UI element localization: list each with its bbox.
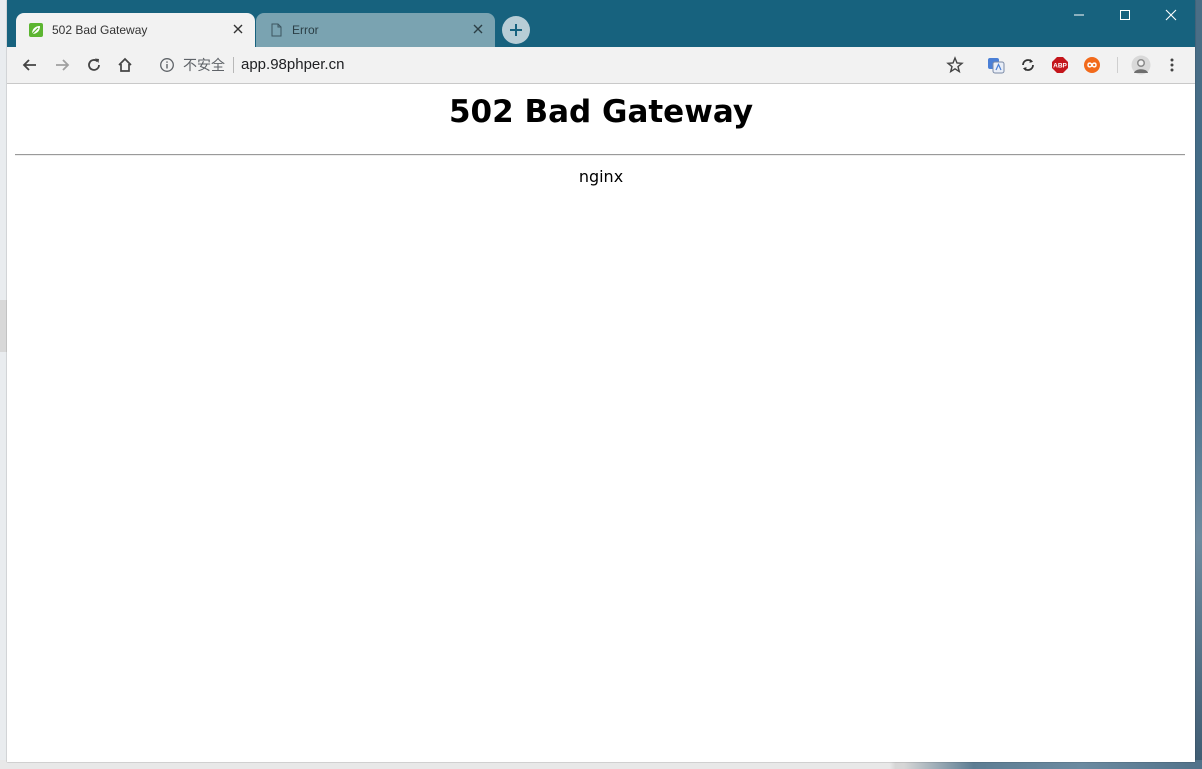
plus-icon <box>510 24 522 36</box>
title-bar: 502 Bad Gateway Error <box>7 0 1195 47</box>
forward-button[interactable] <box>50 53 74 77</box>
toolbar-divider <box>1117 57 1118 73</box>
divider <box>15 154 1185 156</box>
maximize-icon <box>1120 10 1130 20</box>
close-window-button[interactable] <box>1148 0 1194 30</box>
browser-toolbar: 不安全 app.98phper.cn ABP <box>7 47 1195 84</box>
page-content: 502 Bad Gateway nginx <box>7 84 1195 762</box>
adblock-extension[interactable]: ABP <box>1051 56 1069 74</box>
more-vertical-icon <box>1170 58 1174 72</box>
address-separator <box>233 57 234 73</box>
address-bar[interactable]: app.98phper.cn <box>241 56 344 73</box>
star-icon <box>946 56 964 74</box>
tab-title: 502 Bad Gateway <box>52 23 148 37</box>
close-tab-icon[interactable] <box>470 21 486 37</box>
close-icon <box>1165 9 1177 21</box>
translate-icon <box>988 58 1005 74</box>
home-button[interactable] <box>113 53 137 77</box>
server-name: nginx <box>578 167 624 186</box>
back-button[interactable] <box>18 53 42 77</box>
sync-icon <box>1022 59 1034 71</box>
info-icon <box>160 58 174 72</box>
home-icon <box>118 57 132 72</box>
infinity-extension[interactable] <box>1083 56 1101 74</box>
avatar-icon <box>1131 55 1151 75</box>
close-tab-icon[interactable] <box>230 21 246 37</box>
minimize-icon <box>1074 14 1084 16</box>
reload-button[interactable] <box>82 53 106 77</box>
browser-window: 502 Bad Gateway Error 不安全 app.98phper.cn… <box>7 0 1195 762</box>
minimize-button[interactable] <box>1056 0 1102 30</box>
desktop-background <box>1195 0 1202 769</box>
arrow-right-icon <box>56 59 70 71</box>
tab-502-bad-gateway[interactable]: 502 Bad Gateway <box>16 13 255 47</box>
tab-error[interactable]: Error <box>256 13 495 47</box>
page-icon <box>268 22 284 38</box>
tab-title: Error <box>292 23 319 37</box>
security-label: 不安全 <box>183 57 225 73</box>
svg-text:ABP: ABP <box>1053 63 1067 70</box>
leaf-icon <box>28 22 44 38</box>
bookmark-button[interactable] <box>943 53 967 77</box>
new-tab-button[interactable] <box>502 16 530 44</box>
profile-avatar[interactable] <box>1131 55 1151 75</box>
menu-button[interactable] <box>1160 53 1184 77</box>
page-title: 502 Bad Gateway <box>448 94 754 130</box>
site-info-button[interactable]: 不安全 <box>159 56 234 74</box>
maximize-button[interactable] <box>1102 0 1148 30</box>
reload-icon <box>88 58 100 71</box>
infinity-icon <box>1084 57 1100 73</box>
arrow-left-icon <box>22 59 36 71</box>
sync-extension[interactable] <box>1019 56 1037 74</box>
adblock-icon: ABP <box>1052 57 1068 73</box>
translate-extension[interactable] <box>987 56 1005 74</box>
